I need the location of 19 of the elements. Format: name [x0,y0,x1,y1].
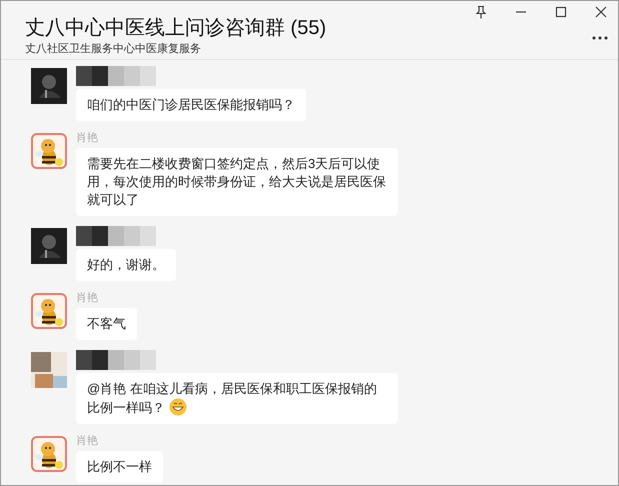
group-subtitle: 丈八社区卫生服务中心中医康复服务 [25,42,201,56]
window-title: 丈八中心中医线上问诊咨询群 (55) [25,16,326,41]
sender-name: 肖艳 [76,291,99,305]
message-bubble: 不客气 [76,308,137,340]
message-bubble: 咱们的中医门诊居民医保能报销吗？ [76,89,306,121]
sender-name: 肖艳 [76,131,99,145]
more-icon[interactable] [592,35,608,41]
close-icon[interactable] [594,5,608,19]
message-bubble: 需要先在二楼收费窗口签约定点，然后3天后可以使用，每次使用的时候带身份证，给大夫说是居民医保就可以了 [76,148,398,216]
bee-avatar[interactable] [31,293,67,329]
bee-avatar[interactable] [31,133,67,169]
message-bubble: 比例不一样 [76,451,163,483]
grinning-emoji-icon [169,398,187,416]
message-bubble: 好的，谢谢。 [76,249,176,281]
pin-icon[interactable] [474,5,488,19]
sender-name: 肖艳 [76,434,99,448]
message-bubble: @肖艳 在咱这儿看病，居民医保和职工医保报销的比例一样吗？ [76,373,398,424]
bee-avatar[interactable] [31,436,67,472]
maximize-icon[interactable] [554,5,568,19]
